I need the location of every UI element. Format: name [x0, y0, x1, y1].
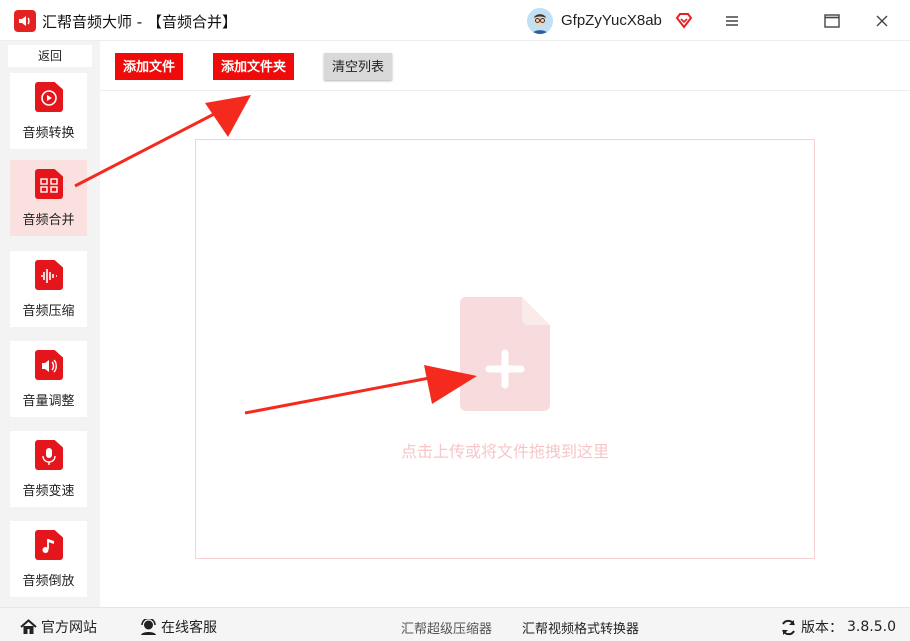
- maximize-icon[interactable]: [818, 8, 846, 34]
- footer: 官方网站 在线客服 汇帮超级压缩器 汇帮视频格式转换器 版本： 3.8.5.0: [0, 607, 910, 641]
- title-bar: 汇帮音频大师 - 【音频合并】 GfpZyYucX8ab: [0, 0, 910, 41]
- clear-list-button[interactable]: 清空列表: [324, 53, 393, 80]
- user-name[interactable]: GfpZyYucX8ab: [561, 12, 662, 29]
- vip-diamond-icon[interactable]: [674, 11, 694, 31]
- app-logo-icon: [14, 10, 36, 32]
- video-converter-link[interactable]: 汇帮视频格式转换器: [522, 618, 639, 637]
- sidebar: 返回 音频转换 音频合并 音频压缩 音量调整 音频变速 音频倒放: [0, 41, 100, 607]
- official-website-label: 官方网站: [41, 620, 97, 636]
- super-compressor-link[interactable]: 汇帮超级压缩器: [401, 618, 492, 637]
- menu-icon[interactable]: [718, 8, 746, 34]
- back-button[interactable]: 返回: [8, 45, 92, 67]
- sidebar-item-label: 音频转换: [22, 126, 75, 141]
- online-support-link[interactable]: 在线客服: [140, 617, 217, 637]
- close-icon[interactable]: [868, 8, 896, 34]
- toolbar: 添加文件 添加文件夹 清空列表: [100, 41, 910, 91]
- audio-speed-icon: [35, 440, 63, 470]
- sidebar-item-audio-speed[interactable]: 音频变速: [10, 431, 87, 507]
- official-website-link[interactable]: 官方网站: [20, 617, 97, 637]
- page-title: 【音频合并】: [146, 13, 237, 31]
- support-agent-icon: [141, 619, 156, 635]
- refresh-icon: [782, 619, 795, 635]
- sidebar-item-audio-merge[interactable]: 音频合并: [10, 160, 87, 236]
- sidebar-item-label: 音频倒放: [22, 574, 75, 589]
- audio-convert-icon: [35, 82, 63, 112]
- add-folder-button[interactable]: 添加文件夹: [213, 53, 295, 80]
- audio-merge-icon: [35, 169, 63, 199]
- file-drop-zone[interactable]: 点击上传或将文件拖拽到这里: [195, 139, 815, 559]
- add-file-button[interactable]: 添加文件: [115, 53, 184, 80]
- avatar[interactable]: [527, 8, 553, 34]
- sidebar-item-label: 音频合并: [22, 213, 75, 228]
- version-info[interactable]: 版本： 3.8.5.0: [780, 617, 896, 637]
- version-value: 3.8.5.0: [847, 619, 896, 635]
- app-name: 汇帮音频大师: [42, 13, 133, 31]
- sidebar-item-label: 音频压缩: [22, 304, 75, 319]
- home-icon: [20, 619, 37, 634]
- audio-reverse-icon: [35, 530, 63, 560]
- sidebar-item-label: 音频变速: [22, 484, 75, 499]
- add-file-icon: [460, 297, 550, 411]
- volume-adjust-icon: [35, 350, 63, 380]
- online-support-label: 在线客服: [161, 620, 217, 636]
- sidebar-item-volume-adjust[interactable]: 音量调整: [10, 341, 87, 417]
- drop-hint-text: 点击上传或将文件拖拽到这里: [400, 442, 609, 461]
- window-title: 汇帮音频大师 - 【音频合并】: [42, 11, 237, 32]
- sidebar-item-audio-reverse[interactable]: 音频倒放: [10, 521, 87, 597]
- version-label: 版本：: [801, 620, 843, 636]
- audio-compress-icon: [35, 260, 63, 290]
- sidebar-item-audio-convert[interactable]: 音频转换: [10, 73, 87, 149]
- sidebar-item-label: 音量调整: [22, 394, 75, 409]
- title-separator: -: [132, 13, 147, 31]
- sidebar-item-audio-compress[interactable]: 音频压缩: [10, 251, 87, 327]
